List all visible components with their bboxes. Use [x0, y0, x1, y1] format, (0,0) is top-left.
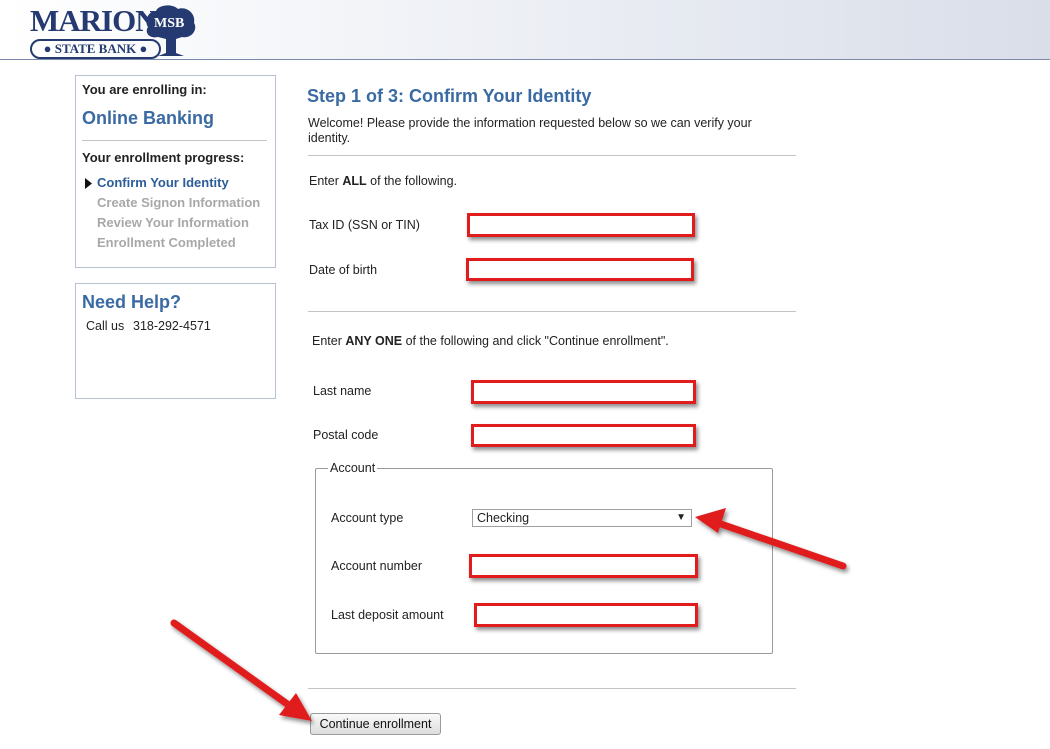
section-divider — [308, 155, 796, 156]
section-divider — [308, 311, 796, 312]
enter-all-instruction: Enter ALL of the following. — [309, 174, 458, 188]
last-deposit-input[interactable] — [474, 603, 698, 627]
progress-label: Your enrollment progress: — [82, 150, 245, 165]
account-legend: Account — [328, 461, 378, 475]
enrolling-product: Online Banking — [82, 108, 215, 128]
intro-line-1: Welcome! Please provide the information … — [308, 116, 752, 130]
last-name-input[interactable] — [471, 380, 696, 404]
account-type-label: Account type — [331, 511, 404, 525]
progress-step-review: Review Your Information — [97, 215, 249, 230]
account-type-select[interactable]: Checking ▼ — [472, 509, 692, 527]
logo-emblem-icon: MSB — [146, 5, 196, 56]
help-call-label: Call us — [86, 319, 125, 333]
dropdown-caret-icon: ▼ — [676, 512, 686, 523]
postal-code-input[interactable] — [471, 424, 696, 447]
last-name-label: Last name — [313, 384, 372, 398]
progress-step-confirm-identity: Confirm Your Identity — [97, 175, 229, 190]
page-title: Step 1 of 3: Confirm Your Identity — [307, 86, 592, 106]
annotation-arrow — [170, 619, 312, 721]
sidebar-divider — [82, 140, 267, 141]
logo-name: MARION — [30, 3, 158, 38]
postal-code-label: Postal code — [313, 428, 379, 442]
section-divider — [308, 688, 796, 689]
enter-any-instruction: Enter ANY ONE of the following and click… — [312, 334, 669, 348]
account-number-label: Account number — [331, 559, 423, 573]
progress-step-create-signon: Create Signon Information — [97, 195, 261, 210]
logo-monogram: MSB — [154, 16, 184, 31]
tax-id-label: Tax ID (SSN or TIN) — [309, 218, 420, 232]
last-deposit-label: Last deposit amount — [331, 608, 444, 622]
help-title: Need Help? — [82, 292, 182, 312]
enrolling-label: You are enrolling in: — [82, 82, 207, 97]
progress-step-completed: Enrollment Completed — [97, 235, 236, 250]
dob-label: Date of birth — [309, 263, 378, 277]
dob-input[interactable] — [466, 258, 694, 281]
account-number-input[interactable] — [469, 554, 698, 578]
tax-id-input[interactable] — [467, 213, 695, 237]
continue-enrollment-button[interactable]: Continue enrollment — [310, 713, 441, 735]
help-phone: 318-292-4571 — [133, 319, 211, 333]
step-pointer-icon — [85, 178, 92, 189]
intro-line-2: identity. — [308, 131, 351, 145]
